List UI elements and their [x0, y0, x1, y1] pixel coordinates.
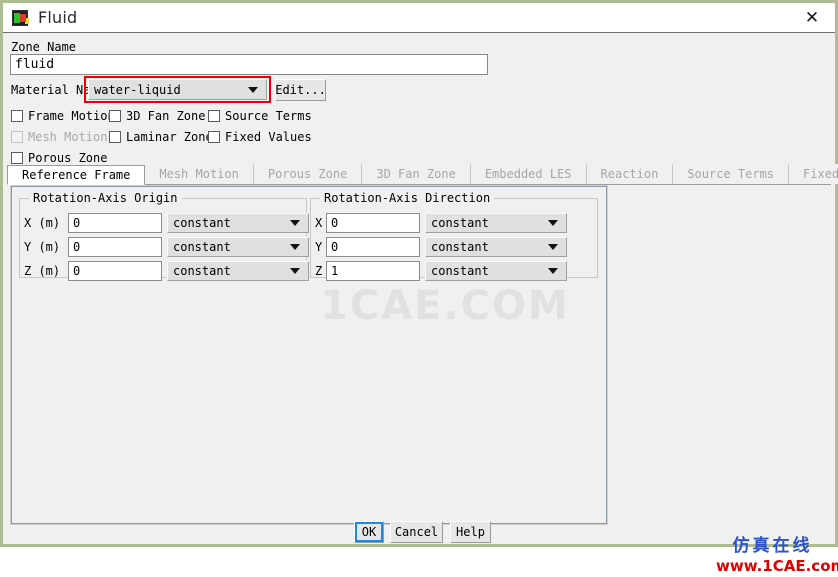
checkbox-porous-zone[interactable]: Porous Zone — [11, 151, 107, 165]
material-name-value: water-liquid — [94, 82, 181, 97]
3d-fan-zone-label: 3D Fan Zone — [126, 109, 206, 123]
fluent-app-icon — [12, 9, 28, 26]
chevron-down-icon — [548, 244, 558, 250]
chevron-down-icon — [548, 220, 558, 226]
direction-y-label: Y — [315, 240, 323, 254]
zone-name-label: Zone Name — [11, 40, 77, 54]
origin-y-method-dropdown[interactable]: constant — [167, 237, 309, 257]
direction-y-method-dropdown[interactable]: constant — [425, 237, 567, 257]
direction-y-input[interactable] — [326, 237, 420, 257]
laminar-zone-checkbox[interactable] — [109, 131, 121, 143]
origin-y-label: Y (m) — [24, 240, 61, 254]
tab-strip: Reference Frame Mesh Motion Porous Zone … — [7, 164, 838, 185]
origin-z-label: Z (m) — [24, 264, 61, 278]
origin-y-input[interactable] — [68, 237, 162, 257]
porous-zone-checkbox[interactable] — [11, 152, 23, 164]
chevron-down-icon — [290, 220, 300, 226]
chevron-down-icon — [290, 268, 300, 274]
window-title: Fluid — [38, 8, 78, 27]
direction-x-method-value: constant — [431, 216, 489, 230]
dialog-footer: OK Cancel Help — [3, 521, 835, 545]
reference-frame-panel: 1CAE.COM Rotation-Axis Origin X (m) cons… — [10, 185, 608, 525]
tab-reference-frame[interactable]: Reference Frame — [7, 165, 146, 185]
direction-x-label: X — [315, 216, 323, 230]
origin-x-method-dropdown[interactable]: constant — [167, 213, 309, 233]
dialog-client-area: Zone Name Material Name water-liquid Edi… — [3, 32, 838, 575]
origin-x-input[interactable] — [68, 213, 162, 233]
tab-reaction[interactable]: Reaction — [586, 164, 674, 184]
cancel-button[interactable]: Cancel — [390, 521, 443, 543]
fixed-values-checkbox[interactable] — [208, 131, 220, 143]
3d-fan-zone-checkbox[interactable] — [109, 110, 121, 122]
origin-z-row: Z (m) constant — [24, 261, 309, 281]
help-button[interactable]: Help — [450, 521, 491, 543]
origin-x-row: X (m) constant — [24, 213, 309, 233]
checkbox-3d-fan-zone[interactable]: 3D Fan Zone — [109, 109, 205, 123]
watermark-url-text: www.1CAE.com — [716, 557, 838, 575]
direction-x-row: X constant — [315, 213, 567, 233]
source-terms-checkbox[interactable] — [208, 110, 220, 122]
origin-y-row: Y (m) constant — [24, 237, 309, 257]
chevron-down-icon — [548, 268, 558, 274]
watermark-center: 1CAE.COM — [320, 283, 570, 329]
origin-z-method-value: constant — [173, 264, 231, 278]
rotation-axis-origin-title: Rotation-Axis Origin — [29, 191, 182, 205]
fluid-dialog-window: Fluid ✕ Zone Name Material Name water-li… — [0, 0, 838, 575]
tab-source-terms[interactable]: Source Terms — [673, 164, 790, 184]
chevron-down-icon — [248, 86, 258, 93]
rotation-axis-direction-title: Rotation-Axis Direction — [320, 191, 495, 205]
material-name-dropdown[interactable]: water-liquid — [88, 79, 267, 100]
direction-y-row: Y constant — [315, 237, 567, 257]
checkbox-frame-motion[interactable]: Frame Motion — [11, 109, 115, 123]
frame-motion-label: Frame Motion — [28, 109, 115, 123]
direction-z-method-value: constant — [431, 264, 489, 278]
direction-y-method-value: constant — [431, 240, 489, 254]
fixed-values-label: Fixed Values — [225, 130, 312, 144]
direction-z-label: Z — [315, 264, 323, 278]
origin-y-method-value: constant — [173, 240, 231, 254]
direction-z-row: Z constant — [315, 261, 567, 281]
tab-mesh-motion[interactable]: Mesh Motion — [145, 164, 254, 184]
chevron-down-icon — [290, 244, 300, 250]
direction-z-input[interactable] — [326, 261, 420, 281]
direction-x-input[interactable] — [326, 213, 420, 233]
checkbox-laminar-zone[interactable]: Laminar Zone — [109, 130, 213, 144]
checkbox-mesh-motion: Mesh Motion — [11, 130, 107, 144]
tab-fixed-values[interactable]: Fixed Values — [789, 164, 838, 184]
checkbox-fixed-values[interactable]: Fixed Values — [208, 130, 312, 144]
title-bar: Fluid ✕ — [3, 3, 835, 32]
tab-3d-fan-zone[interactable]: 3D Fan Zone — [362, 164, 471, 184]
zone-name-input[interactable] — [10, 54, 488, 75]
mesh-motion-label: Mesh Motion — [28, 130, 108, 144]
checkbox-source-terms[interactable]: Source Terms — [208, 109, 312, 123]
tab-embedded-les[interactable]: Embedded LES — [470, 164, 587, 184]
laminar-zone-label: Laminar Zone — [126, 130, 213, 144]
origin-z-method-dropdown[interactable]: constant — [167, 261, 309, 281]
direction-x-method-dropdown[interactable]: constant — [425, 213, 567, 233]
source-terms-label: Source Terms — [225, 109, 312, 123]
origin-x-method-value: constant — [173, 216, 231, 230]
tab-porous-zone[interactable]: Porous Zone — [253, 164, 363, 184]
porous-zone-label: Porous Zone — [28, 151, 108, 165]
origin-x-label: X (m) — [24, 216, 61, 230]
edit-material-button[interactable]: Edit... — [275, 79, 326, 101]
origin-z-input[interactable] — [68, 261, 162, 281]
direction-z-method-dropdown[interactable]: constant — [425, 261, 567, 281]
frame-motion-checkbox[interactable] — [11, 110, 23, 122]
close-icon[interactable]: ✕ — [789, 3, 835, 32]
ok-button[interactable]: OK — [354, 521, 384, 543]
mesh-motion-checkbox — [11, 131, 23, 143]
